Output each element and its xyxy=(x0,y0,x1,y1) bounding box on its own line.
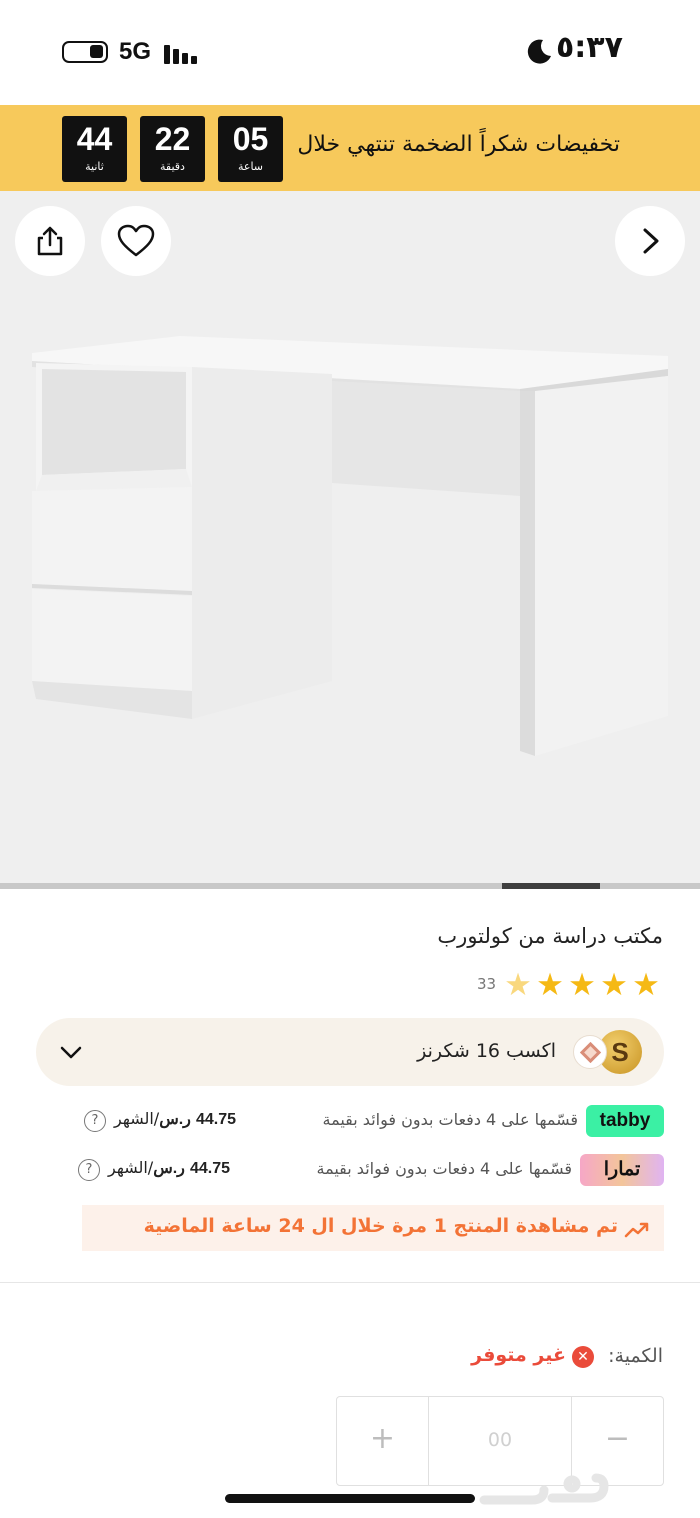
views-text: تم مشاهدة المنتج 1 مرة خلال ال 24 ساعة ا… xyxy=(143,1215,618,1237)
shukranz-text: اكسب 16 شكرنز xyxy=(417,1040,556,1062)
timer-hours-unit: ساعة xyxy=(237,160,264,173)
tabby-amount: 44.75 ر.س/الشهر xyxy=(114,1109,236,1129)
timer-minutes-value: 22 xyxy=(154,121,191,157)
increment-button[interactable]: + xyxy=(337,1397,429,1485)
gallery-progress-fill xyxy=(502,883,600,889)
share-button[interactable] xyxy=(15,206,85,276)
star-icon: ★ xyxy=(632,967,660,1003)
chevron-down-icon[interactable] xyxy=(58,1040,84,1066)
next-image-button[interactable] xyxy=(615,206,685,276)
timer-seconds-unit: ثانية xyxy=(85,160,104,173)
star-icon: ★ xyxy=(504,967,532,1003)
views-banner: تم مشاهدة المنتج 1 مرة خلال ال 24 ساعة ا… xyxy=(82,1205,664,1251)
battery-icon xyxy=(62,41,108,63)
promo-text: تخفيضات شكراً الضخمة تنتهي خلال xyxy=(297,132,620,157)
gallery-progress-bar xyxy=(0,883,700,889)
chevron-right-icon xyxy=(643,228,659,254)
quantity-label: الكمية: xyxy=(608,1345,663,1367)
promo-banner[interactable]: تخفيضات شكراً الضخمة تنتهي خلال 05 ساعة … xyxy=(0,105,700,191)
tamara-currency: ر.س xyxy=(153,1160,185,1177)
timer-seconds-value: 44 xyxy=(76,121,113,157)
section-divider xyxy=(0,1282,700,1283)
timer-minutes-unit: دقيقة xyxy=(160,160,185,173)
network-label: 5G xyxy=(119,38,152,65)
tamara-per-month: /الشهر xyxy=(108,1158,154,1177)
timer-hours-value: 05 xyxy=(232,121,269,157)
star-icon: ★ xyxy=(600,967,628,1003)
favorite-button[interactable] xyxy=(101,206,171,276)
timer-minutes: 22 دقيقة xyxy=(140,116,205,182)
signal-icon xyxy=(164,42,204,64)
heart-icon xyxy=(117,224,155,257)
tamara-logo: تمارا xyxy=(580,1154,664,1186)
tabby-amount-value: 44.75 xyxy=(195,1111,237,1128)
tamara-amount: 44.75 ر.س/الشهر xyxy=(108,1158,230,1178)
tamara-installments[interactable]: تمارا قسّمها على 4 دفعات بدون فوائد بقيم… xyxy=(78,1153,664,1187)
star-icon: ★ xyxy=(568,967,596,1003)
tabby-installments[interactable]: tabby قسّمها على 4 دفعات بدون فوائد بقيم… xyxy=(84,1104,664,1138)
x-circle-icon: ✕ xyxy=(572,1346,594,1368)
timer-seconds: 44 ثانية xyxy=(62,116,127,182)
diamond-icon xyxy=(573,1035,607,1069)
product-image-gallery[interactable] xyxy=(0,191,700,886)
tabby-logo: tabby xyxy=(586,1105,664,1137)
shukranz-rewards[interactable]: S اكسب 16 شكرنز xyxy=(36,1018,664,1086)
share-icon xyxy=(37,226,63,256)
home-indicator[interactable] xyxy=(225,1494,475,1503)
tamara-text: قسّمها على 4 دفعات بدون فوائد بقيمة xyxy=(316,1159,572,1178)
moon-icon xyxy=(527,39,551,64)
star-icon: ★ xyxy=(536,967,564,1003)
help-icon[interactable]: ? xyxy=(78,1159,100,1181)
tabby-text: قسّمها على 4 دفعات بدون فوائد بقيمة xyxy=(322,1110,578,1129)
stock-status: غير متوفر xyxy=(471,1344,566,1366)
status-time: ٥:٣٧ xyxy=(556,30,623,65)
status-bar: 5G ٥:٣٧ xyxy=(0,0,700,105)
product-title: مكتب دراسة من كولتورب xyxy=(437,924,663,948)
tabby-currency: ر.س xyxy=(159,1111,191,1128)
help-icon[interactable]: ? xyxy=(84,1110,106,1132)
trend-up-icon xyxy=(624,1222,649,1238)
product-image xyxy=(32,336,668,756)
timer-hours: 05 ساعة xyxy=(218,116,283,182)
rating-stars[interactable]: ★ ★ ★ ★ ★ xyxy=(502,968,662,1002)
tabby-per-month: /الشهر xyxy=(114,1109,160,1128)
watermark-logo xyxy=(479,1473,609,1505)
review-count[interactable]: 33 xyxy=(477,975,496,993)
tamara-amount-value: 44.75 xyxy=(189,1160,231,1177)
